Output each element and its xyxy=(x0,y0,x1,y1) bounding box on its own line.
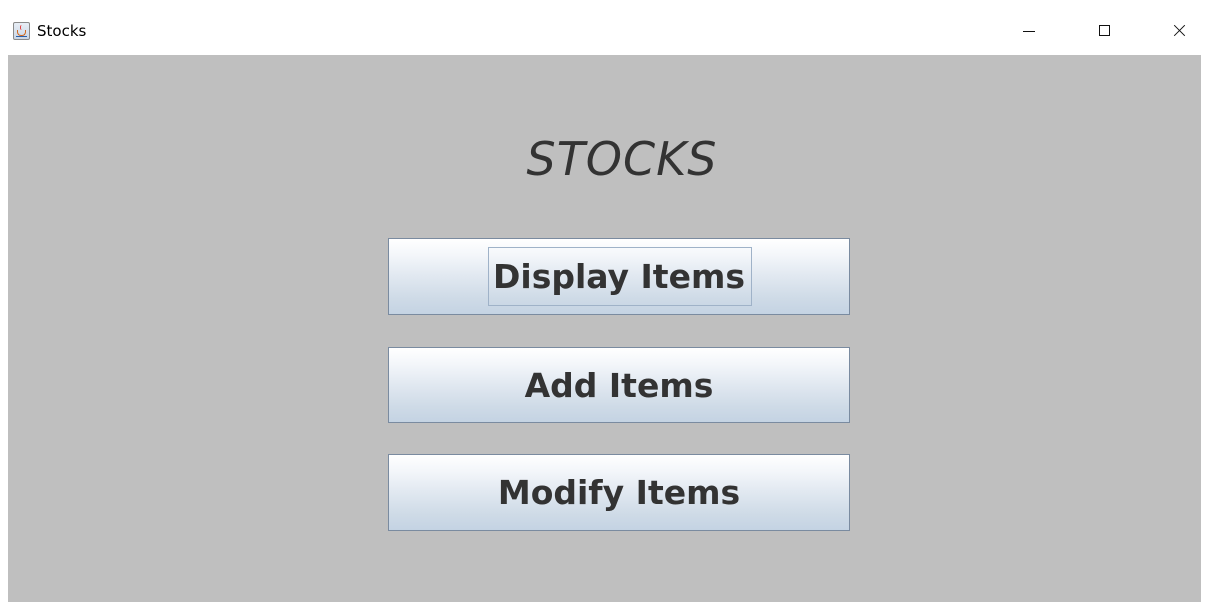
maximize-button[interactable] xyxy=(1082,10,1128,52)
title-bar[interactable]: Stocks xyxy=(0,0,1209,54)
maximize-icon xyxy=(1099,25,1110,36)
add-items-label: Add Items xyxy=(524,365,714,405)
minimize-button[interactable] xyxy=(1006,10,1052,52)
main-panel: STOCKS Display Items Add Items Modify It… xyxy=(8,55,1201,602)
display-items-label: Display Items xyxy=(493,257,745,296)
modify-items-button[interactable]: Modify Items xyxy=(388,454,850,531)
window-title: Stocks xyxy=(37,22,87,40)
add-items-button[interactable]: Add Items xyxy=(388,347,850,423)
close-button[interactable] xyxy=(1156,10,1202,52)
application-window: Stocks STOCKS Display Items Add Items Mo… xyxy=(0,0,1209,602)
modify-items-label: Modify Items xyxy=(497,473,741,512)
page-title: STOCKS xyxy=(526,132,718,186)
java-cup-icon[interactable] xyxy=(13,22,30,40)
display-items-button[interactable]: Display Items xyxy=(388,238,850,315)
minimize-icon xyxy=(1023,31,1035,32)
